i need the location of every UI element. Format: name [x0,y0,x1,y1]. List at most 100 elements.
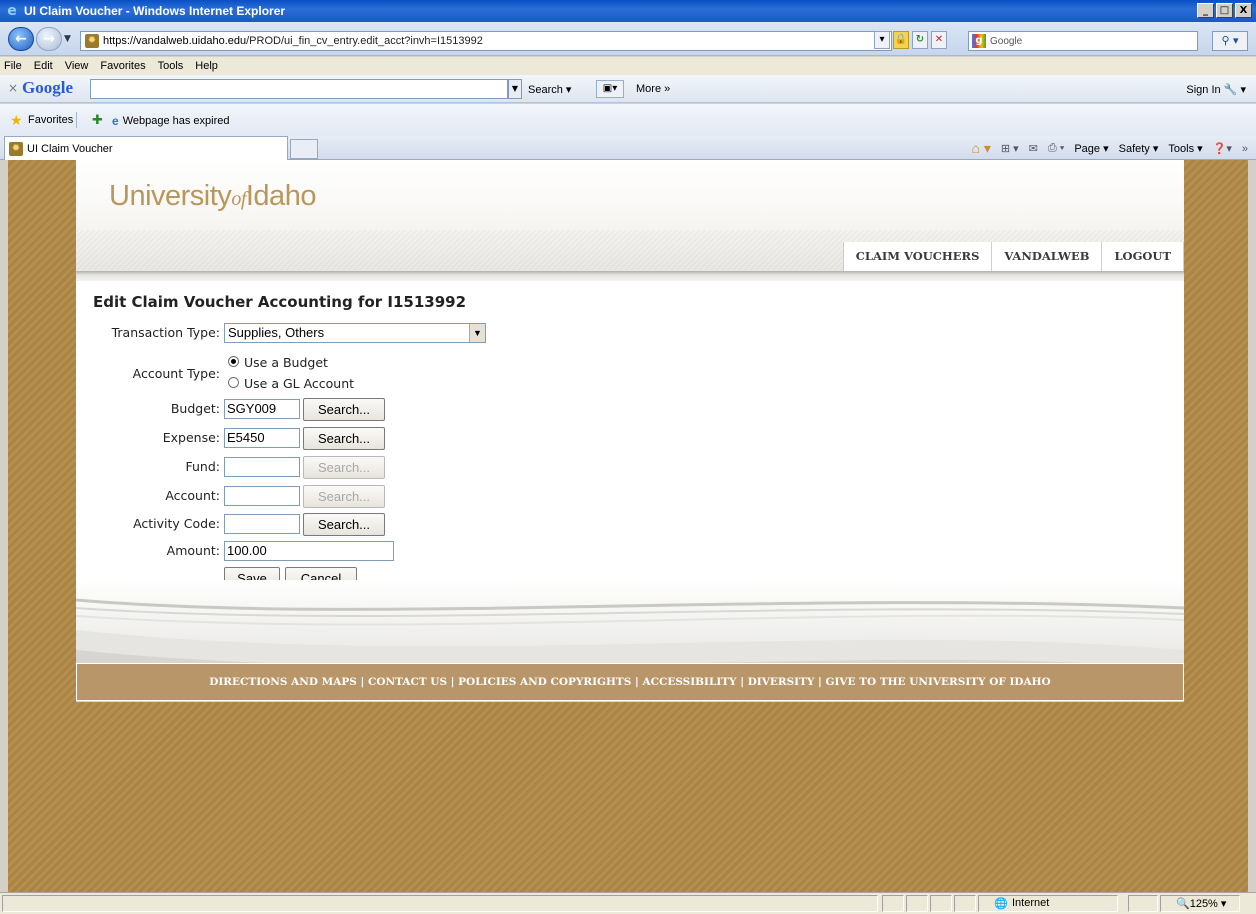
tab-favicon-icon: ✹ [9,141,23,156]
status-bar: 🌐 Internet 🔍125% ▾ [0,892,1256,914]
page-sheet: UniversityofIdaho CLAIM VOUCHERS VANDALW… [76,160,1184,702]
page-title: Edit Claim Voucher Accounting for I15139… [93,293,467,311]
google-logo: Google [22,78,73,97]
nav-vandalweb[interactable]: VANDALWEB [992,242,1103,271]
close-toolbar-icon[interactable]: × [8,81,18,95]
safety-menu-button[interactable]: Safety ▾ [1119,142,1159,155]
maximize-button[interactable]: □ [1216,3,1233,18]
internet-globe-icon: 🌐 [994,898,1008,910]
feeds-icon[interactable]: ⊞ ▾ [1001,142,1019,155]
forward-button[interactable]: → [36,27,62,51]
favorites-item[interactable]: e Webpage has expired [112,114,230,128]
search-go-icon[interactable]: ⚲ ▾ [1212,31,1248,51]
favorites-separator [76,112,77,128]
mail-icon[interactable]: ✉ [1029,142,1038,155]
page-viewport: UniversityofIdaho CLAIM VOUCHERS VANDALW… [8,160,1248,892]
security-zone-label: Internet [1012,897,1050,909]
fund-input[interactable] [224,457,300,477]
activity-code-input[interactable] [224,514,300,534]
google-toolbar-options-icon[interactable]: ▣▾ [596,80,624,98]
google-search-button[interactable]: Search ▾ [528,83,571,96]
status-text-pane [2,895,878,912]
menu-view[interactable]: View [65,60,89,72]
address-row: ← → ▼ ✹ https://vandalweb.uidaho.edu/PRO… [0,22,1256,56]
use-gl-account-label[interactable]: Use a GL Account [244,376,354,391]
ie-page-icon: e [112,114,119,128]
minimize-button[interactable]: _ [1197,3,1214,18]
google-toolbar-search-input[interactable] [90,79,508,99]
tab-row: ✹ UI Claim Voucher ⌂ ▾ ⊞ ▾ ✉ ⎙ ▾ Page ▾ … [0,136,1256,160]
site-footer[interactable]: DIRECTIONS AND MAPS | CONTACT US | POLIC… [76,663,1184,701]
menu-file[interactable]: File [4,60,22,72]
menu-tools[interactable]: Tools [158,60,184,72]
google-more-button[interactable]: More » [636,83,670,95]
stop-icon[interactable]: ✕ [931,31,947,49]
activity-code-search-button[interactable]: Search... [303,513,385,536]
security-lock-icon[interactable]: 🔒 [893,31,909,49]
favorites-button[interactable]: Favorites [28,114,73,126]
site-header: UniversityofIdaho CLAIM VOUCHERS VANDALW… [76,160,1184,272]
budget-input[interactable]: SGY009 [224,399,300,419]
home-icon[interactable]: ⌂ ▾ [971,140,990,157]
nav-claim-vouchers[interactable]: CLAIM VOUCHERS [844,242,993,271]
nav-logout[interactable]: LOGOUT [1102,242,1184,271]
expense-search-button[interactable]: Search... [303,427,385,450]
budget-search-button[interactable]: Search... [303,398,385,421]
address-bar[interactable]: ✹ https://vandalweb.uidaho.edu/PROD/ui_f… [80,31,892,51]
amount-input[interactable]: 100.00 [224,541,394,561]
browser-search-input[interactable]: g Google [968,31,1198,51]
use-budget-radio[interactable] [228,356,239,367]
menu-help[interactable]: Help [195,60,218,72]
site-favicon-icon: ✹ [85,34,99,48]
new-tab-button[interactable] [290,139,318,159]
menu-edit[interactable]: Edit [34,60,53,72]
google-search-dropdown-icon[interactable]: ▼ [508,79,522,99]
internet-explorer-icon: e [7,3,17,19]
url-path: /PROD/ui_fin_cv_entry.edit_acct?invh=I15… [246,35,483,47]
page-menu-button[interactable]: Page ▾ [1074,142,1108,155]
google-sign-in-button[interactable]: Sign In 🔧 ▾ [1186,83,1246,96]
account-type-label: Account Type: [132,366,220,381]
page-scrollbar-area [1248,160,1256,892]
tab-ui-claim-voucher[interactable]: ✹ UI Claim Voucher [4,136,288,160]
fund-search-button[interactable]: Search... [303,456,385,479]
favorites-bar: ★ Favorites ✚ e Webpage has expired [0,104,1256,136]
add-favorite-icon[interactable]: ✚ [92,113,103,128]
university-logo: UniversityofIdaho [109,180,316,212]
chevron-more-icon[interactable]: » [1242,143,1248,155]
window-title: UI Claim Voucher - Windows Internet Expl… [24,4,286,18]
zoom-level-label[interactable]: 🔍125% ▾ [1176,897,1226,910]
use-gl-account-radio[interactable] [228,377,239,388]
account-search-button[interactable]: Search... [303,485,385,508]
print-icon[interactable]: ⎙ ▾ [1048,142,1064,155]
budget-label: Budget: [170,401,220,416]
expense-input[interactable]: E5450 [224,428,300,448]
tools-menu-button[interactable]: Tools ▾ [1168,142,1202,155]
transaction-type-label: Transaction Type: [111,325,220,340]
recent-pages-dropdown-icon[interactable]: ▼ [64,34,71,44]
account-input[interactable] [224,486,300,506]
window-titlebar: e UI Claim Voucher - Windows Internet Ex… [0,0,1256,22]
favorites-star-icon[interactable]: ★ [10,114,24,128]
activity-code-label: Activity Code: [133,516,220,531]
fund-label: Fund: [185,459,221,474]
chevron-down-icon: ▼ [469,324,485,342]
menu-bar: File Edit View Favorites Tools Help [0,57,1256,75]
protected-mode-pane[interactable] [1128,895,1158,912]
site-top-nav: CLAIM VOUCHERS VANDALWEB LOGOUT [842,242,1184,271]
command-bar: ⌂ ▾ ⊞ ▾ ✉ ⎙ ▾ Page ▾ Safety ▾ Tools ▾ ❓▾… [971,140,1248,157]
refresh-icon[interactable]: ↻ [912,31,928,49]
amount-label: Amount: [166,543,220,558]
use-budget-label[interactable]: Use a Budget [244,355,328,370]
menu-favorites[interactable]: Favorites [100,60,145,72]
back-button[interactable]: ← [8,27,34,51]
close-button[interactable]: X [1235,3,1252,18]
google-toolbar: × Google ▼ Search ▾ ▣▾ More » Sign In 🔧 … [0,75,1256,103]
help-icon[interactable]: ❓▾ [1213,142,1232,155]
google-search-provider-icon: g [972,34,986,48]
account-label: Account: [165,488,220,503]
address-dropdown-icon[interactable]: ▾ [874,31,890,49]
expense-label: Expense: [162,430,220,445]
transaction-type-select[interactable]: Supplies, Others ▼ [224,323,486,343]
header-divider [76,271,1184,281]
